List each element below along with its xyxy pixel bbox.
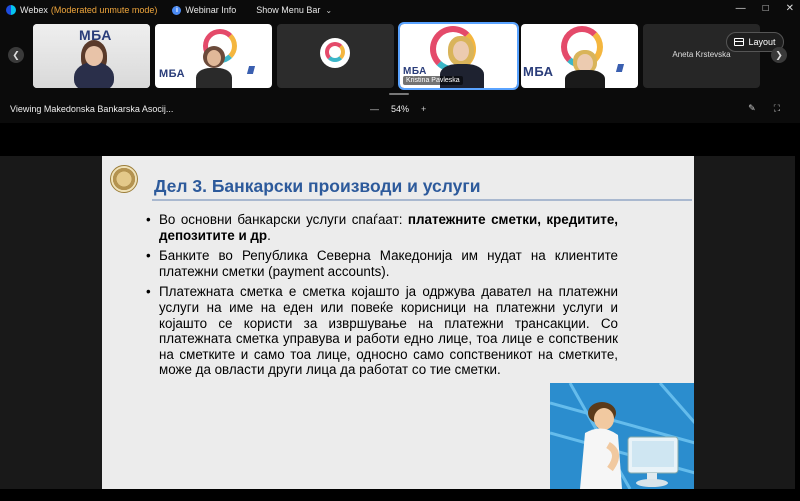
- share-viewing-bar: Viewing Makedonska Bankarska Asocij... —…: [0, 95, 800, 123]
- bullet-item: Во основни банкарски услуги спаѓаат: пла…: [146, 212, 618, 243]
- zoom-controls: — 54% +: [370, 104, 426, 114]
- slide-bullets: Во основни банкарски услуги спаѓаат: пла…: [146, 212, 618, 383]
- share-tools: ✎ ⛶: [748, 103, 780, 114]
- chevron-down-icon: ⌄: [325, 5, 333, 15]
- zoom-level: 54%: [391, 104, 410, 114]
- zoom-out-icon[interactable]: —: [370, 104, 379, 114]
- bullet-item: Банките во Република Северна Македонија …: [146, 248, 618, 279]
- bullet-item: Платежната сметка е сметка којашто ја од…: [146, 284, 618, 378]
- webex-logo-icon: [6, 5, 16, 15]
- computer-user-illustration: [550, 383, 694, 489]
- participant-tile-4[interactable]: МБА Kristina Pavleska: [398, 22, 519, 90]
- app-title: Webex (Moderated unmute mode): [6, 5, 157, 15]
- title-bar: Webex (Moderated unmute mode) i Webinar …: [0, 0, 800, 20]
- window-controls: — □ ✕: [736, 3, 794, 14]
- chevron-left-icon[interactable]: ❮: [8, 47, 24, 63]
- participant-name: Kristina Pavleska: [403, 76, 463, 85]
- zoom-in-icon[interactable]: +: [421, 104, 426, 114]
- show-menu-bar-button[interactable]: Show Menu Bar ⌄: [256, 5, 332, 15]
- participant-tile-3[interactable]: [277, 24, 394, 88]
- mba-logo: МБА: [159, 68, 186, 80]
- viewing-label: Viewing Makedonska Bankarska Asocij...: [10, 104, 174, 114]
- minimize-icon[interactable]: —: [736, 3, 746, 14]
- participant-tile-1[interactable]: МБА: [33, 24, 150, 88]
- webinar-info-label: Webinar Info: [185, 5, 237, 15]
- slide-title: Дел 3. Банкарски производи и услуги: [154, 176, 481, 196]
- info-icon: i: [172, 5, 182, 15]
- mode-label: (Moderated unmute mode): [50, 5, 158, 15]
- association-seal: [110, 165, 138, 193]
- chevron-right-icon[interactable]: ❯: [771, 47, 787, 63]
- mba-logo: МБА: [523, 64, 554, 79]
- shared-content-area: Дел 3. Банкарски производи и услуги Во о…: [0, 123, 800, 501]
- presentation-slide: Дел 3. Банкарски производи и услуги Во о…: [102, 156, 694, 489]
- layout-icon: [734, 38, 745, 46]
- participant-strip: ❮ МБА МБА МБА Kristina Pavleska МБА Anet…: [0, 20, 800, 95]
- fullscreen-icon[interactable]: ⛶: [774, 103, 780, 114]
- show-menu-bar-label: Show Menu Bar: [256, 5, 321, 15]
- participant-tile-2[interactable]: МБА: [155, 24, 272, 88]
- close-icon[interactable]: ✕: [786, 3, 794, 14]
- app-name: Webex: [20, 5, 48, 15]
- participant-tile-5[interactable]: МБА: [521, 24, 638, 88]
- layout-label: Layout: [748, 37, 776, 47]
- maximize-icon[interactable]: □: [763, 3, 769, 14]
- annotate-icon[interactable]: ✎: [748, 103, 756, 114]
- webinar-info-button[interactable]: i Webinar Info: [172, 5, 236, 15]
